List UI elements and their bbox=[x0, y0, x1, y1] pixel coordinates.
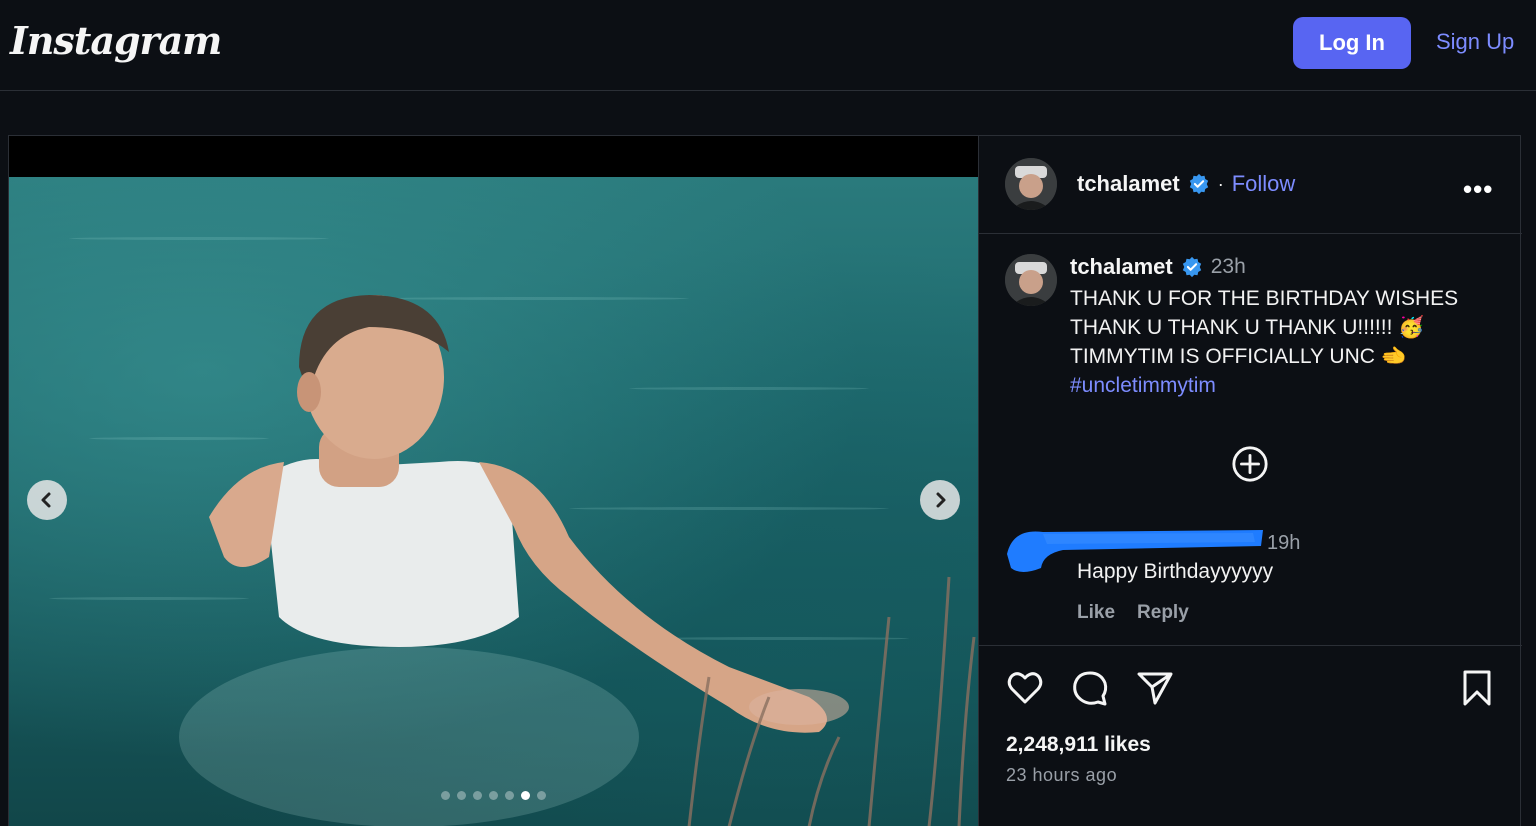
post-username[interactable]: tchalamet bbox=[1077, 171, 1180, 197]
login-button[interactable]: Log In bbox=[1293, 17, 1411, 69]
chevron-right-icon bbox=[936, 492, 946, 508]
post-sidebar: tchalamet · Follow ••• tchalamet 23h THA… bbox=[978, 136, 1522, 826]
comment-icon[interactable] bbox=[1070, 668, 1110, 708]
avatar-image bbox=[1005, 158, 1057, 210]
carousel-dot bbox=[521, 791, 530, 800]
bookmark-icon[interactable] bbox=[1457, 668, 1497, 708]
chevron-left-icon bbox=[41, 492, 51, 508]
carousel-prev-button[interactable] bbox=[27, 480, 67, 520]
carousel-dot bbox=[505, 791, 514, 800]
post-card: tchalamet · Follow ••• tchalamet 23h THA… bbox=[8, 135, 1522, 826]
caption-avatar[interactable] bbox=[1005, 254, 1057, 306]
heart-icon[interactable] bbox=[1005, 668, 1045, 708]
comment-like-button[interactable]: Like bbox=[1077, 602, 1115, 624]
likes-count[interactable]: 2,248,911 likes bbox=[1006, 733, 1151, 757]
carousel-next-button[interactable] bbox=[920, 480, 960, 520]
share-icon[interactable] bbox=[1135, 668, 1175, 708]
verified-icon bbox=[1189, 173, 1208, 195]
caption-username[interactable]: tchalamet bbox=[1070, 254, 1173, 280]
media-letterbox bbox=[9, 136, 978, 177]
follow-button[interactable]: Follow bbox=[1232, 171, 1296, 197]
carousel-dot bbox=[473, 791, 482, 800]
comment-actions: Like Reply bbox=[1077, 602, 1189, 624]
avatar-image bbox=[1005, 254, 1057, 306]
more-options-button[interactable]: ••• bbox=[1463, 174, 1493, 205]
top-bar: Instagram Log In Sign Up bbox=[0, 0, 1536, 91]
caption-time: 23h bbox=[1210, 255, 1246, 278]
carousel-indicator bbox=[441, 791, 546, 800]
post-actions: 2,248,911 likes 23 hours ago bbox=[979, 646, 1522, 826]
post-photo bbox=[9, 177, 978, 826]
comment-reply-button[interactable]: Reply bbox=[1137, 602, 1189, 624]
carousel-dot bbox=[489, 791, 498, 800]
comment-item: 19h Happy Birthdayyyyyy Like Reply bbox=[979, 524, 1522, 634]
post-timestamp: 23 hours ago bbox=[1006, 765, 1118, 785]
instagram-logo[interactable]: Instagram bbox=[10, 18, 222, 63]
carousel-dot bbox=[537, 791, 546, 800]
caption-text: THANK U FOR THE BIRTHDAY WISHES THANK U … bbox=[1070, 284, 1510, 400]
post-media bbox=[9, 136, 978, 826]
separator-dot: · bbox=[1217, 173, 1224, 194]
verified-icon bbox=[1182, 256, 1201, 278]
caption-line: THANK U FOR THE BIRTHDAY WISHES bbox=[1070, 287, 1459, 310]
caption-area: tchalamet 23h THANK U FOR THE BIRTHDAY W… bbox=[979, 234, 1522, 646]
signup-link[interactable]: Sign Up bbox=[1436, 29, 1514, 55]
carousel-dot bbox=[457, 791, 466, 800]
comment-text: Happy Birthdayyyyyy bbox=[1077, 560, 1274, 583]
header-user-line: tchalamet · Follow bbox=[1077, 171, 1295, 197]
caption-line: TIMMYTIM IS OFFICIALLY UNC 🫲 bbox=[1070, 345, 1407, 368]
comment-time: 19h bbox=[1267, 532, 1301, 554]
caption-line: THANK U THANK U THANK U!!!!!! 🥳 bbox=[1070, 316, 1425, 339]
avatar[interactable] bbox=[1005, 158, 1057, 210]
plus-circle-icon[interactable] bbox=[1231, 445, 1269, 483]
plants bbox=[687, 576, 976, 826]
caption-user-line: tchalamet 23h bbox=[1070, 254, 1246, 280]
hashtag-link[interactable]: #uncletimmytim bbox=[1070, 371, 1510, 400]
post-header: tchalamet · Follow ••• bbox=[979, 136, 1522, 234]
carousel-dot bbox=[441, 791, 450, 800]
